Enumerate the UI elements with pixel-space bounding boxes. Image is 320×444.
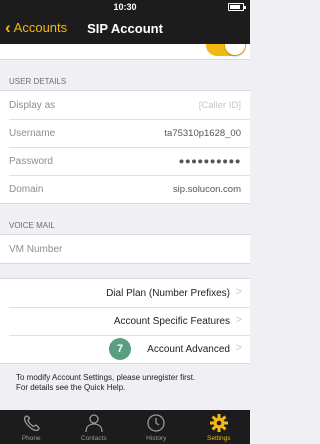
tab-settings[interactable]: Settings	[188, 410, 251, 444]
voice-mail-group: VM Number	[0, 234, 250, 264]
history-icon	[147, 414, 165, 432]
display-as-label: Display as	[9, 99, 56, 111]
page-title: SIP Account	[87, 21, 163, 36]
tab-history[interactable]: History	[125, 410, 188, 444]
account-specific-features-row[interactable]: Account Specific Features >	[0, 307, 250, 335]
status-bar: 10:30	[0, 0, 250, 14]
info-note: To modify Account Settings, please unreg…	[0, 364, 250, 393]
battery-icon	[228, 3, 246, 11]
settings-icon	[209, 414, 228, 432]
user-details-group: Display as [Caller ID] Username ta75310p…	[0, 90, 250, 204]
password-label: Password	[9, 155, 53, 167]
info-note-line-1: To modify Account Settings, please unreg…	[16, 373, 196, 382]
tab-settings-label: Settings	[207, 435, 231, 442]
section-header-voice-mail: VOICE MAIL	[9, 221, 55, 230]
contacts-icon	[85, 414, 103, 433]
settings-content[interactable]: USER DETAILS Display as [Caller ID] User…	[0, 44, 250, 410]
battery-level	[230, 5, 240, 9]
username-row[interactable]: Username ta75310p1628_00	[0, 119, 250, 147]
phone-icon	[24, 415, 40, 432]
domain-field[interactable]: sip.solucon.com	[173, 184, 241, 195]
navigation-bar: ‹ Accounts SIP Account	[0, 14, 250, 44]
display-as-field[interactable]: [Caller ID]	[199, 100, 241, 111]
password-row[interactable]: Password ●●●●●●●●●●	[0, 147, 250, 175]
tab-contacts-label: Contacts	[80, 435, 107, 442]
step-badge: 7	[109, 338, 131, 360]
vm-number-row[interactable]: VM Number	[0, 235, 250, 263]
display-as-row[interactable]: Display as [Caller ID]	[0, 91, 250, 119]
account-advanced-row[interactable]: 7 Account Advanced >	[0, 335, 250, 363]
account-advanced-label: Account Advanced	[147, 343, 230, 355]
domain-row[interactable]: Domain sip.solucon.com	[0, 175, 250, 203]
chevron-right-icon: >	[235, 286, 242, 298]
account-enabled-toggle[interactable]	[206, 44, 246, 56]
tab-phone[interactable]: Phone	[0, 410, 63, 444]
status-time: 10:30	[113, 2, 137, 12]
chevron-right-icon: >	[235, 342, 242, 354]
info-note-line-2: For details see the Quick Help.	[16, 383, 126, 392]
actions-group: Dial Plan (Number Prefixes) > Account Sp…	[0, 278, 250, 364]
tab-phone-label: Phone	[21, 435, 41, 442]
chevron-right-icon: >	[235, 314, 242, 326]
vm-number-label: VM Number	[9, 243, 63, 255]
account-enabled-row	[0, 44, 250, 60]
account-specific-features-label: Account Specific Features	[113, 315, 230, 327]
dial-plan-row[interactable]: Dial Plan (Number Prefixes) >	[0, 279, 250, 307]
username-label: Username	[9, 127, 56, 139]
username-field[interactable]: ta75310p1628_00	[164, 128, 241, 139]
dial-plan-label: Dial Plan (Number Prefixes)	[106, 287, 230, 299]
toggle-knob	[225, 44, 245, 55]
tab-contacts[interactable]: Contacts	[63, 410, 126, 444]
password-field[interactable]: ●●●●●●●●●●	[179, 156, 241, 167]
tab-history-label: History	[146, 435, 167, 442]
section-header-user-details: USER DETAILS	[9, 77, 67, 86]
tab-bar: Phone Contacts History Settings	[0, 410, 250, 444]
domain-label: Domain	[9, 183, 44, 195]
